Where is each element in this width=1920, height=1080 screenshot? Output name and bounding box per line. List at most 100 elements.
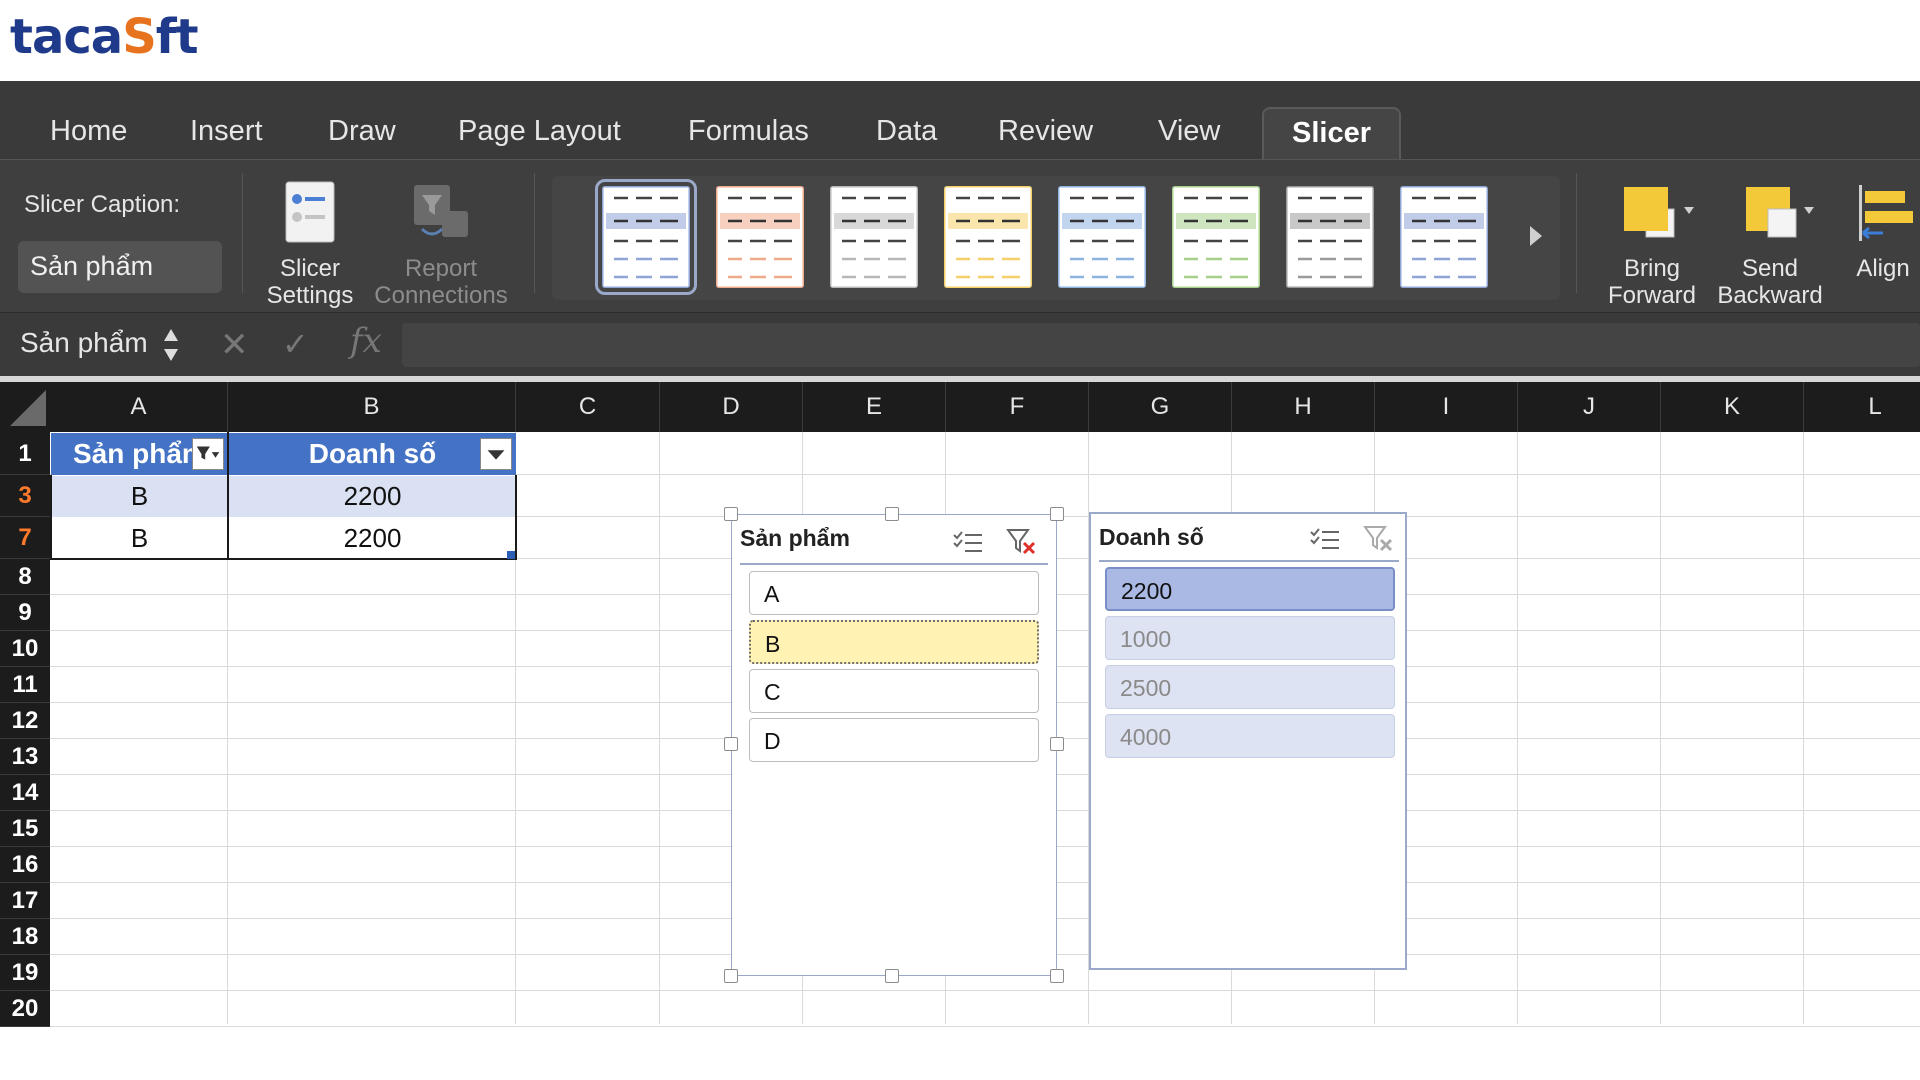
report-connections-label-2: Connections xyxy=(374,282,508,309)
toolbar-separator xyxy=(1576,173,1577,293)
row-header-16[interactable]: 16 xyxy=(0,847,50,883)
resize-handle[interactable] xyxy=(885,507,899,521)
slicer-san-pham[interactable]: Sản phẩm ABCD xyxy=(731,514,1057,976)
column-header-b[interactable]: B xyxy=(228,382,516,432)
formula-input[interactable] xyxy=(402,323,1920,367)
column-header-l[interactable]: L xyxy=(1804,382,1920,432)
slicer-style-8[interactable] xyxy=(1400,186,1488,288)
resize-handle[interactable] xyxy=(885,969,899,983)
slicer-style-2[interactable] xyxy=(716,186,804,288)
row-header-14[interactable]: 14 xyxy=(0,775,50,811)
select-all-corner[interactable] xyxy=(0,382,50,432)
slicer-item-d[interactable]: D xyxy=(749,718,1039,762)
align-button[interactable]: Align xyxy=(1846,183,1920,282)
column-header-a[interactable]: A xyxy=(50,382,228,432)
filter-active-icon[interactable] xyxy=(192,438,224,470)
slicer-style-6[interactable] xyxy=(1172,186,1260,288)
align-icon xyxy=(1859,185,1913,241)
align-label: Align xyxy=(1856,255,1910,282)
confirm-icon[interactable]: ✓ xyxy=(282,325,309,363)
bring-forward-button[interactable]: Bring Forward xyxy=(1598,183,1706,309)
slicer-item-1000[interactable]: 1000 xyxy=(1105,616,1395,660)
tab-home[interactable]: Home xyxy=(50,115,127,148)
column-header-g[interactable]: G xyxy=(1089,382,1232,432)
send-backward-button[interactable]: Send Backward xyxy=(1712,183,1828,309)
slicer-style-1[interactable] xyxy=(595,179,697,295)
slicer-item-2500[interactable]: 2500 xyxy=(1105,665,1395,709)
column-header-h[interactable]: H xyxy=(1232,382,1375,432)
column-header-j[interactable]: J xyxy=(1518,382,1661,432)
slicer-item-a[interactable]: A xyxy=(749,571,1039,615)
column-header-d[interactable]: D xyxy=(660,382,803,432)
row-header-19[interactable]: 19 xyxy=(0,955,50,991)
resize-handle[interactable] xyxy=(1050,737,1064,751)
gridline-vertical xyxy=(1660,432,1661,1024)
slicer-style-7[interactable] xyxy=(1286,186,1374,288)
resize-handle[interactable] xyxy=(724,737,738,751)
tab-data[interactable]: Data xyxy=(876,115,937,148)
row-header-18[interactable]: 18 xyxy=(0,919,50,955)
row-header-10[interactable]: 10 xyxy=(0,631,50,667)
row-header-20[interactable]: 20 xyxy=(0,991,50,1027)
slicer-settings-label-1: Slicer xyxy=(279,255,340,282)
slicer-item-2200[interactable]: 2200 xyxy=(1105,567,1395,611)
slicer-item-4000[interactable]: 4000 xyxy=(1105,714,1395,758)
slicer-style-4[interactable] xyxy=(944,186,1032,288)
table-resize-handle[interactable] xyxy=(507,551,515,559)
send-backward-label-1: Send xyxy=(1741,255,1799,282)
ribbon-tabs: Home Insert Draw Page Layout Formulas Da… xyxy=(0,81,1920,161)
row-header-7[interactable]: 7 xyxy=(0,517,50,559)
slicer-style-5[interactable] xyxy=(1058,186,1146,288)
gallery-next-arrow[interactable] xyxy=(1530,226,1542,246)
tab-draw[interactable]: Draw xyxy=(328,115,396,148)
slicer-caption-input[interactable]: Sản phẩm xyxy=(18,241,222,293)
row-header-9[interactable]: 9 xyxy=(0,595,50,631)
logo-text-part1: taca xyxy=(10,9,123,65)
tab-slicer[interactable]: Slicer xyxy=(1262,107,1401,161)
column-header-k[interactable]: K xyxy=(1661,382,1804,432)
gridline-vertical xyxy=(1803,432,1804,1024)
column-header-c[interactable]: C xyxy=(516,382,660,432)
tab-insert[interactable]: Insert xyxy=(190,115,263,148)
gridline-vertical xyxy=(659,432,660,1024)
insert-function-icon[interactable]: fx xyxy=(350,321,382,361)
slicer-style-3[interactable] xyxy=(830,186,918,288)
gridline-horizontal xyxy=(50,1026,1920,1027)
toolbar-separator xyxy=(534,173,535,293)
slicer-doanh-so[interactable]: Doanh số 2200 1000 2500 4000 xyxy=(1089,512,1407,970)
name-box[interactable]: Sản phẩm xyxy=(20,327,148,359)
row-header-13[interactable]: 13 xyxy=(0,739,50,775)
resize-handle[interactable] xyxy=(724,507,738,521)
row-header-12[interactable]: 12 xyxy=(0,703,50,739)
table-header-doanh-so[interactable]: Doanh số xyxy=(229,433,516,475)
tab-page-layout[interactable]: Page Layout xyxy=(458,115,621,148)
slicer-item-b[interactable]: B xyxy=(749,620,1039,664)
slicer-settings-button[interactable]: Slicer Settings xyxy=(262,181,358,309)
name-box-stepper-icon[interactable] xyxy=(162,325,180,365)
column-header-e[interactable]: E xyxy=(803,382,946,432)
clear-filter-icon[interactable] xyxy=(1363,524,1395,554)
row-header-15[interactable]: 15 xyxy=(0,811,50,847)
dropdown-arrow-icon[interactable] xyxy=(480,438,512,470)
tab-formulas[interactable]: Formulas xyxy=(688,115,809,148)
tab-review[interactable]: Review xyxy=(998,115,1093,148)
column-header-i[interactable]: I xyxy=(1375,382,1518,432)
row-header-1[interactable]: 1 xyxy=(0,432,50,475)
report-connections-button[interactable]: Report Connections xyxy=(366,181,516,309)
tab-view[interactable]: View xyxy=(1158,115,1220,148)
table-column-divider xyxy=(227,432,229,560)
clear-filter-icon[interactable] xyxy=(1006,527,1038,557)
row-header-11[interactable]: 11 xyxy=(0,667,50,703)
resize-handle[interactable] xyxy=(1050,969,1064,983)
resize-handle[interactable] xyxy=(724,969,738,983)
resize-handle[interactable] xyxy=(1050,507,1064,521)
cancel-icon[interactable]: ✕ xyxy=(220,325,249,365)
multi-select-icon[interactable] xyxy=(1309,526,1341,554)
slicer-settings-icon xyxy=(285,181,335,243)
slicer-item-c[interactable]: C xyxy=(749,669,1039,713)
row-header-8[interactable]: 8 xyxy=(0,559,50,595)
row-header-17[interactable]: 17 xyxy=(0,883,50,919)
multi-select-icon[interactable] xyxy=(952,529,984,557)
column-header-f[interactable]: F xyxy=(946,382,1089,432)
row-header-3[interactable]: 3 xyxy=(0,475,50,517)
